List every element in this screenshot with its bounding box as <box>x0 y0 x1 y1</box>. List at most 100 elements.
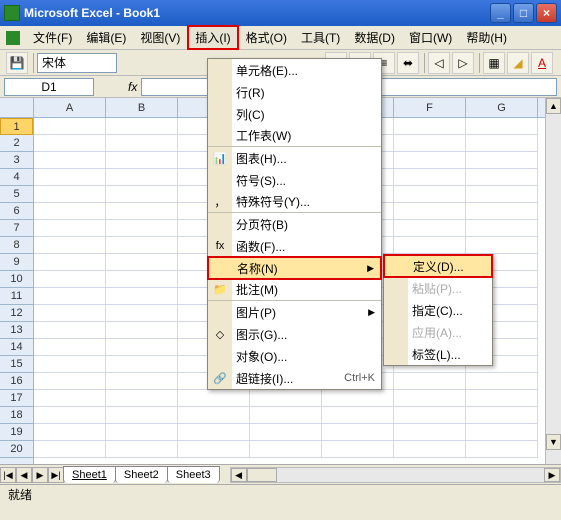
menu-item-0[interactable]: 单元格(E)... <box>208 59 381 81</box>
row-header-7[interactable]: 7 <box>0 220 33 237</box>
row-header-9[interactable]: 9 <box>0 254 33 271</box>
scroll-thumb[interactable] <box>247 468 277 482</box>
cell[interactable] <box>106 424 178 441</box>
cell[interactable] <box>106 288 178 305</box>
tab-prev-button[interactable]: ◀ <box>16 467 32 483</box>
cell[interactable] <box>34 271 106 288</box>
cell[interactable] <box>394 118 466 135</box>
cell[interactable] <box>106 390 178 407</box>
indent-inc-button[interactable]: ▷ <box>452 52 474 74</box>
menu-item-12[interactable]: ◇图示(G)... <box>208 323 381 345</box>
cell[interactable] <box>106 220 178 237</box>
cell[interactable] <box>178 407 250 424</box>
cell[interactable] <box>178 390 250 407</box>
scroll-right-button[interactable]: ▶ <box>544 468 560 482</box>
cell[interactable] <box>106 322 178 339</box>
row-header-13[interactable]: 13 <box>0 322 33 339</box>
cell[interactable] <box>466 424 538 441</box>
cell[interactable] <box>178 441 250 458</box>
row-header-4[interactable]: 4 <box>0 169 33 186</box>
cell[interactable] <box>34 220 106 237</box>
menu-item-7[interactable]: 分页符(B) <box>208 213 381 235</box>
cell[interactable] <box>106 237 178 254</box>
save-button[interactable]: 💾 <box>6 52 28 74</box>
cell[interactable] <box>250 424 322 441</box>
cell[interactable] <box>34 237 106 254</box>
menu-item-8[interactable]: fx函数(F)... <box>208 235 381 257</box>
cell[interactable] <box>106 254 178 271</box>
scroll-left-button[interactable]: ◀ <box>231 468 247 482</box>
cell[interactable] <box>250 390 322 407</box>
cell[interactable] <box>466 135 538 152</box>
border-button[interactable]: ▦ <box>483 52 505 74</box>
cell[interactable] <box>466 203 538 220</box>
cell[interactable] <box>250 441 322 458</box>
scroll-down-button[interactable]: ▼ <box>546 434 561 450</box>
cell[interactable] <box>466 169 538 186</box>
row-header-10[interactable]: 10 <box>0 271 33 288</box>
cell[interactable] <box>394 169 466 186</box>
cell[interactable] <box>394 407 466 424</box>
cell[interactable] <box>106 373 178 390</box>
cell[interactable] <box>34 254 106 271</box>
cell[interactable] <box>466 186 538 203</box>
menu-item-4[interactable]: 📊图表(H)... <box>208 147 381 169</box>
tab-sheet2[interactable]: Sheet2 <box>115 466 168 483</box>
col-header-F[interactable]: F <box>394 98 466 117</box>
cell[interactable] <box>394 390 466 407</box>
cell[interactable] <box>394 220 466 237</box>
menu-data[interactable]: 数据(D) <box>348 27 401 48</box>
menu-insert[interactable]: 插入(I) <box>188 26 237 49</box>
menu-item-6[interactable]: ，特殊符号(Y)... <box>208 191 381 213</box>
font-selector[interactable]: 宋体 <box>37 53 117 73</box>
tab-last-button[interactable]: ▶| <box>48 467 64 483</box>
cell[interactable] <box>106 356 178 373</box>
cell[interactable] <box>106 135 178 152</box>
menu-item-14[interactable]: 🔗超链接(I)...Ctrl+K <box>208 367 381 389</box>
row-header-1[interactable]: 1 <box>0 118 33 135</box>
row-header-17[interactable]: 17 <box>0 390 33 407</box>
cell[interactable] <box>322 424 394 441</box>
cell[interactable] <box>34 288 106 305</box>
row-header-15[interactable]: 15 <box>0 356 33 373</box>
cell[interactable] <box>106 339 178 356</box>
cell[interactable] <box>106 152 178 169</box>
cell[interactable] <box>106 271 178 288</box>
cell[interactable] <box>466 407 538 424</box>
menu-item-5[interactable]: 符号(S)... <box>208 169 381 191</box>
menu-file[interactable]: 文件(F) <box>27 27 78 48</box>
cell[interactable] <box>466 152 538 169</box>
cell[interactable] <box>106 118 178 135</box>
scroll-up-button[interactable]: ▲ <box>546 98 561 114</box>
tab-sheet3[interactable]: Sheet3 <box>167 466 220 483</box>
row-header-16[interactable]: 16 <box>0 373 33 390</box>
tab-first-button[interactable]: |◀ <box>0 467 16 483</box>
cell[interactable] <box>250 407 322 424</box>
cell[interactable] <box>34 407 106 424</box>
row-header-11[interactable]: 11 <box>0 288 33 305</box>
cell[interactable] <box>394 152 466 169</box>
cell[interactable] <box>394 441 466 458</box>
fx-label[interactable]: fx <box>128 80 137 94</box>
cell[interactable] <box>106 203 178 220</box>
cell[interactable] <box>394 135 466 152</box>
cell[interactable] <box>34 356 106 373</box>
cell[interactable] <box>466 390 538 407</box>
maximize-button[interactable]: □ <box>513 3 534 23</box>
menu-edit[interactable]: 编辑(E) <box>80 27 132 48</box>
cell[interactable] <box>34 322 106 339</box>
select-all-corner[interactable] <box>0 98 33 118</box>
submenu-item-2[interactable]: 指定(C)... <box>384 299 492 321</box>
cell[interactable] <box>106 186 178 203</box>
col-header-B[interactable]: B <box>106 98 178 117</box>
menu-item-9[interactable]: 名称(N)▶ <box>208 257 381 279</box>
cell[interactable] <box>34 203 106 220</box>
menu-item-10[interactable]: 📁批注(M) <box>208 279 381 301</box>
cell[interactable] <box>394 237 466 254</box>
cell[interactable] <box>106 169 178 186</box>
menu-item-13[interactable]: 对象(O)... <box>208 345 381 367</box>
cell[interactable] <box>466 118 538 135</box>
row-header-6[interactable]: 6 <box>0 203 33 220</box>
cell[interactable] <box>34 424 106 441</box>
submenu-item-0[interactable]: 定义(D)... <box>384 255 492 277</box>
